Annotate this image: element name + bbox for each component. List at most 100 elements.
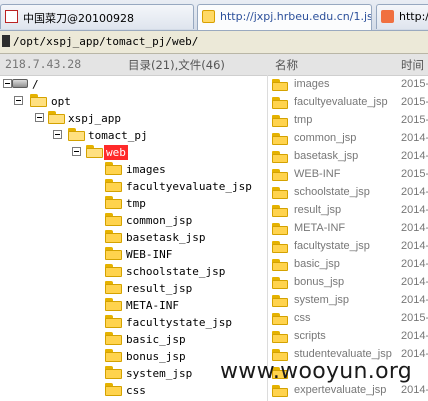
- file-time: 2014-: [401, 330, 428, 342]
- tab-label: http://: [399, 10, 428, 23]
- file-row[interactable]: bonus_jsp 2014-: [272, 275, 428, 292]
- file-row[interactable]: common_jsp 2014-: [272, 131, 428, 148]
- file-name: facultystate_jsp: [294, 240, 370, 252]
- collapse-icon[interactable]: [72, 147, 81, 156]
- file-row[interactable]: WEB-INF 2015-: [272, 167, 428, 184]
- file-row[interactable]: schoolstate_jsp 2014-: [272, 185, 428, 202]
- folder-icon: [105, 281, 122, 294]
- watermark: www.wooyun.org: [220, 359, 413, 384]
- file-row[interactable]: facultyevaluate_jsp 2015-: [272, 95, 428, 112]
- folder-icon: [105, 349, 122, 362]
- dir-file-count: 目录(21),文件(46): [128, 58, 225, 72]
- file-name: basic_jsp: [294, 258, 340, 270]
- folder-icon: [202, 10, 215, 23]
- tree-label: css: [126, 384, 146, 397]
- folder-icon: [272, 259, 288, 271]
- name-column-header[interactable]: 名称: [275, 57, 298, 73]
- collapse-icon[interactable]: [53, 130, 62, 139]
- file-time: 2014-: [401, 384, 428, 396]
- folder-icon: [272, 187, 288, 199]
- file-row[interactable]: scripts 2014-: [272, 329, 428, 346]
- folder-icon: [105, 162, 122, 175]
- tree-label: tomact_pj: [88, 129, 148, 142]
- list-header: 218.7.43.28 目录(21),文件(46) 名称 时间: [0, 54, 428, 76]
- file-name: expertevaluate_jsp: [294, 384, 387, 396]
- host-ip: 218.7.43.28: [5, 57, 82, 71]
- folder-icon: [105, 264, 122, 277]
- tab-jsp-url[interactable]: http://jxpj.hrbeu.edu.cn/1.jsp: [197, 4, 372, 30]
- page-icon: [381, 10, 394, 23]
- folder-icon: [105, 366, 122, 379]
- file-name: META-INF: [294, 222, 346, 234]
- file-row[interactable]: META-INF 2014-: [272, 221, 428, 238]
- file-row[interactable]: tmp 2015-: [272, 113, 428, 130]
- folder-icon: [105, 196, 122, 209]
- folder-icon: [272, 385, 288, 397]
- folder-icon: [105, 213, 122, 226]
- path-input[interactable]: /opt/xspj_app/tomact_pj/web/: [13, 35, 198, 48]
- panel-divider[interactable]: [267, 75, 268, 401]
- tree-label: bonus_jsp: [126, 350, 186, 363]
- file-row[interactable]: result_jsp 2014-: [272, 203, 428, 220]
- folder-icon: [272, 295, 288, 307]
- file-name: schoolstate_jsp: [294, 186, 370, 198]
- folder-open-icon: [86, 145, 103, 158]
- tree-label: xspj_app: [68, 112, 121, 125]
- folder-icon: [272, 277, 288, 289]
- file-row[interactable]: system_jsp 2014-: [272, 293, 428, 310]
- tree-label: schoolstate_jsp: [126, 265, 226, 278]
- tree-label: system_jsp: [126, 367, 193, 380]
- time-column-header[interactable]: 时间: [401, 57, 424, 73]
- folder-icon: [105, 247, 122, 260]
- folder-icon: [272, 205, 288, 217]
- tree-label: images: [126, 163, 166, 176]
- folder-icon: [272, 313, 288, 325]
- file-row[interactable]: basetask_jsp 2014-: [272, 149, 428, 166]
- folder-icon: [272, 241, 288, 253]
- file-row[interactable]: images 2015-: [272, 77, 428, 94]
- tab-label: 中国菜刀@20100928: [23, 12, 134, 25]
- file-name: common_jsp: [294, 132, 357, 144]
- file-time: 2014-: [401, 294, 428, 306]
- app-icon: [5, 10, 18, 23]
- file-time: 2014-: [401, 204, 428, 216]
- folder-open-icon: [68, 128, 85, 141]
- file-time: 2014-: [401, 186, 428, 198]
- collapse-icon[interactable]: [14, 96, 23, 105]
- file-time: 2014-: [401, 258, 428, 270]
- path-icon: [2, 35, 10, 47]
- file-time: 2014-: [401, 132, 428, 144]
- tree-label: basic_jsp: [126, 333, 186, 346]
- collapse-icon[interactable]: [3, 79, 12, 88]
- folder-icon: [105, 315, 122, 328]
- file-name: system_jsp: [294, 294, 350, 306]
- tab-label: http://jxpj.hrbeu.edu.cn/1.jsp: [220, 10, 372, 23]
- folder-icon: [272, 97, 288, 109]
- file-time: 2015-: [401, 114, 428, 126]
- file-name: WEB-INF: [294, 168, 341, 180]
- file-row[interactable]: expertevaluate_jsp 2014-: [272, 383, 428, 400]
- tab-bar: 中国菜刀@20100928 http://jxpj.hrbeu.edu.cn/1…: [0, 0, 428, 31]
- path-bar[interactable]: /opt/xspj_app/tomact_pj/web/: [0, 31, 428, 54]
- file-time: 2015-: [401, 168, 428, 180]
- folder-icon: [105, 332, 122, 345]
- tree-label: facultystate_jsp: [126, 316, 232, 329]
- collapse-icon[interactable]: [35, 113, 44, 122]
- tree-label: result_jsp: [126, 282, 193, 295]
- file-name: css: [294, 312, 311, 324]
- file-time: 2015-: [401, 312, 428, 324]
- tab-caidao[interactable]: 中国菜刀@20100928: [0, 4, 194, 29]
- folder-icon: [272, 331, 288, 343]
- folder-icon: [272, 79, 288, 91]
- folder-icon: [272, 115, 288, 127]
- file-row[interactable]: basic_jsp 2014-: [272, 257, 428, 274]
- file-row[interactable]: facultystate_jsp 2014-: [272, 239, 428, 256]
- tree-label: opt: [51, 95, 71, 108]
- file-time: 2015-: [401, 78, 428, 90]
- file-row[interactable]: css 2015-: [272, 311, 428, 328]
- tree-label: WEB-INF: [126, 248, 173, 261]
- tree-label: META-INF: [126, 299, 179, 312]
- file-name: result_jsp: [294, 204, 342, 216]
- tab-third[interactable]: http://: [376, 4, 428, 29]
- folder-icon: [105, 230, 122, 243]
